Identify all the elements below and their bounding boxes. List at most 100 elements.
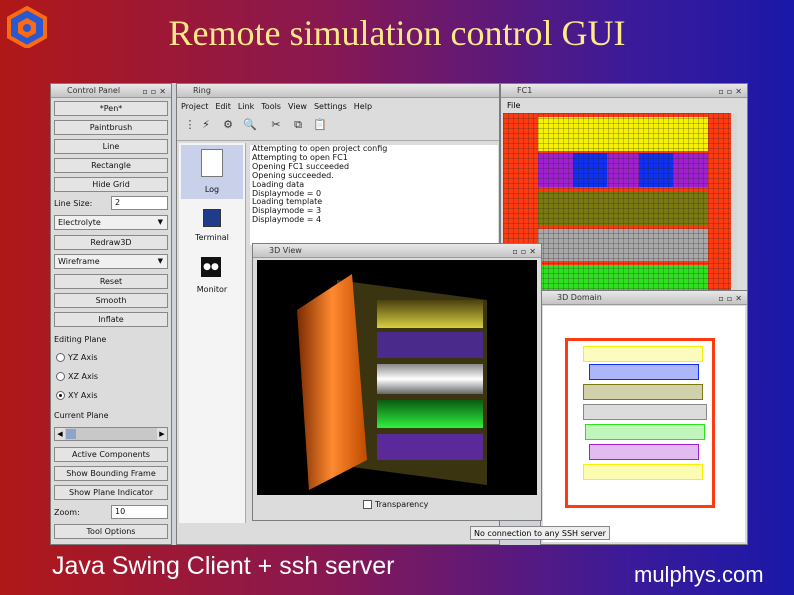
rectangle-button[interactable]: Rectangle	[54, 158, 168, 173]
render-mode-value: Wireframe	[58, 257, 100, 266]
window-title: Ring	[193, 86, 211, 95]
line-button[interactable]: Line	[54, 139, 168, 154]
zoom-input[interactable]: 10	[111, 505, 168, 519]
window-controls-icon[interactable]: ▫▫✕	[142, 85, 169, 98]
reset-button[interactable]: Reset	[54, 274, 168, 289]
block-stripe-white	[377, 364, 483, 394]
log-icon	[201, 149, 223, 177]
block-stripe-purple	[377, 332, 483, 358]
window-title: 3D Domain	[557, 293, 602, 302]
sidebar-item-label: Monitor	[196, 285, 228, 294]
paintbrush-button[interactable]: Paintbrush	[54, 120, 168, 135]
domain3d-canvas[interactable]	[543, 306, 745, 542]
paste-icon[interactable]: 📋	[311, 116, 329, 134]
block-stripe-violet	[377, 434, 483, 460]
window-controls-icon[interactable]: ▫▫✕	[512, 245, 539, 258]
redraw3d-button[interactable]: Redraw3D	[54, 235, 168, 250]
view3d-titlebar[interactable]: 3D View ▫▫✕	[253, 244, 541, 258]
radio-label: YZ Axis	[68, 353, 98, 362]
slide-caption: Java Swing Client + ssh server	[52, 552, 395, 580]
sidebar-item-log[interactable]: Log	[181, 145, 243, 199]
wireframe-layer-blue	[589, 364, 699, 380]
pen-button[interactable]: *Pen*	[54, 101, 168, 116]
wireframe-layer-yellow	[583, 346, 703, 362]
radio-icon	[56, 372, 65, 381]
control-panel-titlebar[interactable]: Control Panel ▫▫✕	[51, 84, 171, 98]
sidebar-item-monitor[interactable]: ●● Monitor	[181, 251, 243, 301]
block-stripe-green	[377, 400, 483, 428]
editing-plane-label: Editing Plane	[54, 335, 107, 344]
log-output: Attempting to open project config Attemp…	[250, 145, 498, 245]
transparency-checkbox[interactable]: Transparency	[363, 500, 428, 509]
menu-help[interactable]: Help	[354, 102, 372, 111]
disconnect-icon[interactable]: ⚙	[219, 116, 237, 134]
radio-xz-axis[interactable]: XZ Axis	[56, 372, 98, 381]
chevron-down-icon: ▼	[157, 218, 163, 226]
sidebar-item-terminal[interactable]: Terminal	[181, 203, 243, 253]
window-controls-icon[interactable]: ▫▫✕	[718, 85, 745, 98]
monitor-icon: ●●	[201, 257, 221, 277]
transparency-label: Transparency	[375, 500, 429, 509]
view3d-window: 3D View ▫▫✕ Transparency	[252, 243, 542, 521]
chevron-left-icon[interactable]: ◀	[55, 428, 65, 440]
brand-text: mulphys.com	[634, 562, 764, 587]
radio-icon	[56, 353, 65, 362]
line-size-label: Line Size:	[54, 199, 93, 208]
status-bar: No connection to any SSH server	[470, 526, 610, 540]
fc1-scrollbar	[731, 113, 737, 291]
menu-edit[interactable]: Edit	[215, 102, 231, 111]
current-plane-label: Current Plane	[54, 411, 109, 420]
menu-bar: Project Edit Link Tools View Settings Help	[181, 102, 379, 111]
domain3d-window: 3D Domain ▫▫✕	[540, 290, 748, 545]
view3d-canvas[interactable]	[257, 260, 537, 495]
radio-label: XY Axis	[68, 391, 98, 400]
radio-yz-axis[interactable]: YZ Axis	[56, 353, 98, 362]
wireframe-layer-yellow	[583, 464, 703, 480]
render-3d-object	[297, 274, 487, 490]
tool-options-button[interactable]: Tool Options	[54, 524, 168, 539]
toolbar: ⋮ ⚡ ⚙ 🔍 ✂ ⧉ 📋	[177, 114, 499, 141]
chevron-right-icon[interactable]: ▶	[157, 428, 167, 440]
menu-file[interactable]: File	[507, 101, 520, 110]
radio-xy-axis[interactable]: XY Axis	[56, 391, 98, 400]
cut-icon[interactable]: ✂	[267, 116, 285, 134]
window-controls-icon[interactable]: ▫▫✕	[718, 292, 745, 305]
copy-icon[interactable]: ⧉	[289, 116, 307, 134]
slider-thumb[interactable]	[66, 429, 76, 439]
sidebar: Log Terminal ●● Monitor	[179, 143, 246, 523]
window-title: FC1	[517, 86, 533, 95]
wireframe-layer-gray	[583, 404, 707, 420]
render-mode-select[interactable]: Wireframe ▼	[54, 254, 168, 269]
show-bounding-frame-button[interactable]: Show Bounding Frame	[54, 466, 168, 481]
menu-view[interactable]: View	[288, 102, 307, 111]
menu-tools[interactable]: Tools	[261, 102, 281, 111]
radio-selected-icon	[56, 391, 65, 400]
search-icon[interactable]: 🔍	[241, 116, 259, 134]
inflate-button[interactable]: Inflate	[54, 312, 168, 327]
smooth-button[interactable]: Smooth	[54, 293, 168, 308]
material-select-value: Electrolyte	[58, 218, 101, 227]
block-stripe-yellow	[377, 300, 483, 328]
domain3d-titlebar[interactable]: 3D Domain ▫▫✕	[541, 291, 747, 305]
menu-project[interactable]: Project	[181, 102, 208, 111]
hide-grid-button[interactable]: Hide Grid	[54, 177, 168, 192]
menu-link[interactable]: Link	[238, 102, 254, 111]
sidebar-item-label: Terminal	[195, 233, 229, 242]
wireframe-layer-green	[585, 424, 705, 440]
current-plane-slider[interactable]: ◀ ▶	[54, 427, 168, 441]
ring-titlebar[interactable]: Ring	[177, 84, 499, 98]
window-title: 3D View	[269, 246, 302, 255]
fc1-titlebar[interactable]: FC1 ▫▫✕	[501, 84, 747, 98]
zoom-label: Zoom:	[54, 508, 80, 517]
sidebar-item-label: Log	[204, 185, 220, 194]
connect-icon[interactable]: ⚡	[197, 116, 215, 134]
line-size-input[interactable]: 2	[111, 196, 168, 210]
slide-title: Remote simulation control GUI	[168, 13, 626, 53]
menu-settings[interactable]: Settings	[314, 102, 347, 111]
log-line: Displaymode = 4	[252, 215, 322, 225]
window-title: Control Panel	[67, 86, 121, 95]
chevron-down-icon: ▼	[157, 257, 163, 265]
show-plane-indicator-button[interactable]: Show Plane Indicator	[54, 485, 168, 500]
active-components-button[interactable]: Active Components	[54, 447, 168, 462]
material-select[interactable]: Electrolyte ▼	[54, 215, 168, 230]
